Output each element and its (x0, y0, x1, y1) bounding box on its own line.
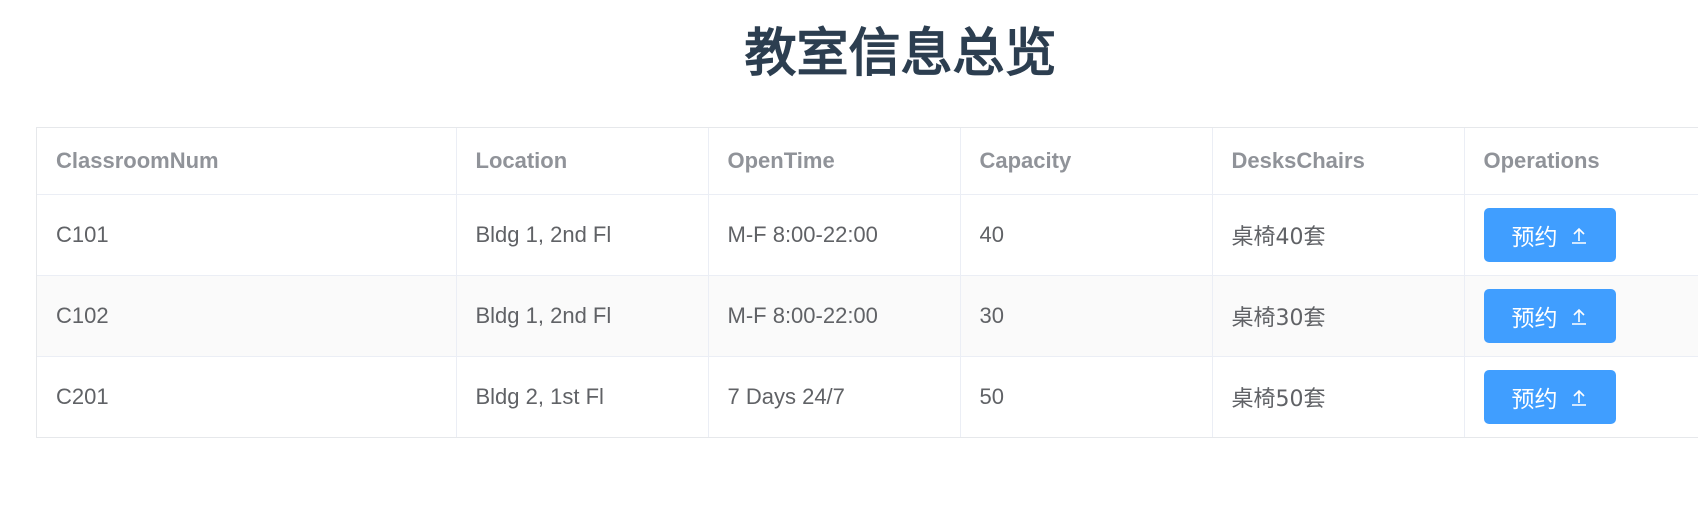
cell-operations: 预约 (1464, 356, 1698, 437)
cell-desks-chairs: 桌椅50套 (1212, 356, 1465, 437)
cell-capacity: 30 (960, 275, 1213, 357)
cell-open-time: M-F 8:00-22:00 (708, 275, 961, 357)
table-row: C102 Bldg 1, 2nd Fl M-F 8:00-22:00 30 桌椅… (37, 275, 1698, 357)
classroom-table: ClassroomNum Location OpenTime Capacity … (36, 127, 1698, 438)
column-header-open-time: OpenTime (708, 128, 961, 195)
cell-capacity: 50 (960, 356, 1213, 437)
cell-operations: 预约 (1464, 275, 1698, 357)
column-header-location: Location (456, 128, 709, 195)
cell-capacity: 40 (960, 194, 1213, 276)
cell-location: Bldg 2, 1st Fl (456, 356, 709, 437)
upload-arrow-icon (1571, 308, 1586, 325)
cell-open-time: M-F 8:00-22:00 (708, 194, 961, 276)
cell-desks-chairs: 桌椅40套 (1212, 194, 1465, 276)
book-button[interactable]: 预约 (1483, 288, 1616, 343)
upload-arrow-icon (1571, 227, 1586, 244)
column-header-capacity: Capacity (960, 128, 1213, 195)
cell-operations: 预约 (1464, 194, 1698, 276)
upload-arrow-icon (1571, 389, 1586, 406)
cell-desks-chairs: 桌椅30套 (1212, 275, 1465, 357)
table-row: C101 Bldg 1, 2nd Fl M-F 8:00-22:00 40 桌椅… (37, 194, 1698, 276)
book-button[interactable]: 预约 (1483, 207, 1616, 262)
column-header-classroom: ClassroomNum (37, 128, 457, 195)
column-header-operations: Operations (1464, 128, 1698, 195)
book-button-label: 预约 (1511, 305, 1558, 332)
book-button-label: 预约 (1511, 386, 1558, 413)
cell-classroom: C102 (37, 275, 457, 357)
cell-classroom: C201 (37, 356, 457, 437)
page-title: 教室信息总览 (744, 24, 1057, 84)
book-button-label: 预约 (1511, 224, 1558, 251)
column-header-desks-chairs: DesksChairs (1212, 128, 1465, 195)
book-button[interactable]: 预约 (1483, 369, 1616, 424)
cell-classroom: C101 (37, 194, 457, 276)
table-row: C201 Bldg 2, 1st Fl 7 Days 24/7 50 桌椅50套… (37, 356, 1698, 437)
cell-location: Bldg 1, 2nd Fl (456, 275, 709, 357)
cell-open-time: 7 Days 24/7 (708, 356, 961, 437)
table-header-row: ClassroomNum Location OpenTime Capacity … (37, 128, 1698, 195)
cell-location: Bldg 1, 2nd Fl (456, 194, 709, 276)
